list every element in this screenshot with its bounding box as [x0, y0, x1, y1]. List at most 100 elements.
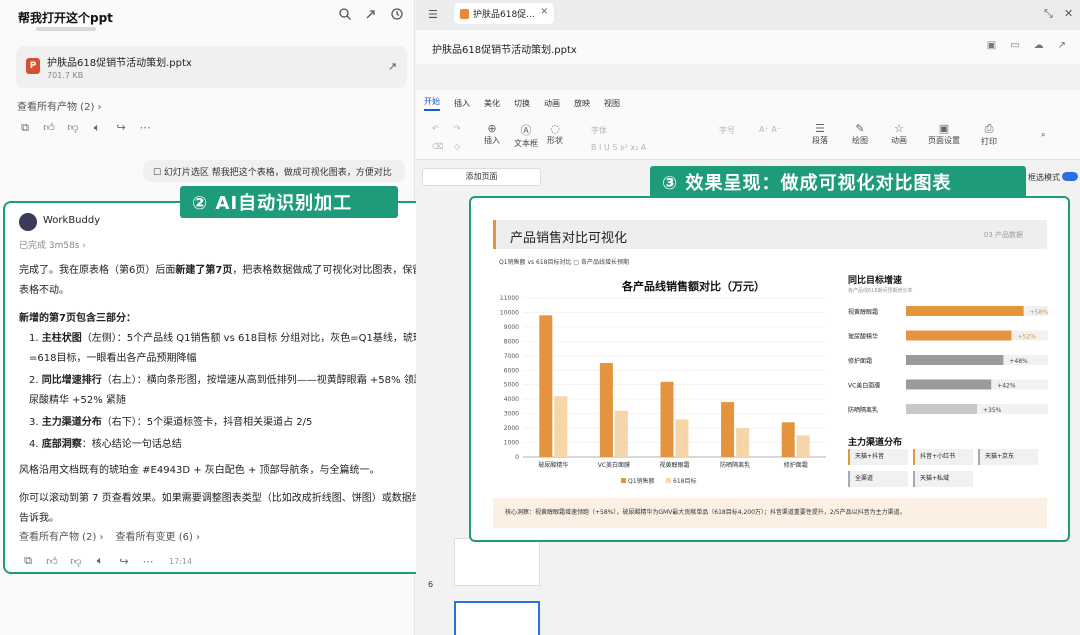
clear-format-icon[interactable]: ◇: [454, 142, 460, 151]
history-icon[interactable]: [390, 7, 404, 21]
shape-button[interactable]: ◌ 形状: [547, 122, 563, 146]
bar: [614, 410, 628, 457]
view-all-changes-link[interactable]: 查看所有变更 (6) ›: [116, 528, 201, 543]
thumbs-up-icon[interactable]: 👍︎: [45, 555, 59, 568]
box-select-mode-toggle[interactable]: [1062, 172, 1078, 181]
slide-thumbnail[interactable]: [454, 538, 540, 586]
document-title: 护肤品618促销节活动策划.pptx: [432, 45, 577, 56]
grouped-bar-chart: 0 1000 2000 3000 4000 5000 6000 7000 8000 9000 100…: [500, 295, 826, 485]
tab-view[interactable]: 视图: [604, 98, 620, 109]
bar-value-label: +58%: [1030, 309, 1049, 316]
paragraph-button[interactable]: ☰ 段落: [812, 122, 828, 146]
document-actions: ▣ ▭ ☁ ↗: [987, 40, 1066, 51]
close-icon[interactable]: ✕: [540, 7, 548, 17]
open-external-icon[interactable]: ↗: [388, 60, 397, 73]
x-tick-label: 玻尿酸精华: [538, 461, 568, 469]
file-attachment-card[interactable]: P 护肤品618促销节活动策划.pptx 701.7 KB ↗: [16, 46, 407, 88]
x-tick-label: 防晒隔离乳: [720, 461, 750, 469]
share-icon[interactable]: ↪: [117, 555, 131, 568]
folder-icon[interactable]: ▭: [1010, 40, 1019, 51]
bar: [660, 381, 674, 457]
response-actions: ⧉ 👍︎ 👎︎ 🔈︎ ↪ ⋯ 17:14: [21, 554, 192, 568]
response-links: 查看所有产物 (2) › 查看所有变更 (6) ›: [19, 528, 200, 543]
slide-section-label: 03 产品数据: [983, 231, 1023, 239]
textbox-button[interactable]: Ⓐ 文本框: [514, 122, 538, 149]
paragraph-2: 新增的第7页包含三部分：: [19, 313, 136, 324]
file-size: 701.7 KB: [47, 71, 84, 80]
redo-icon[interactable]: ↷: [454, 124, 461, 133]
speaker-icon[interactable]: 🔈︎: [90, 121, 104, 135]
page-setup-button[interactable]: ▣ 页面设置: [928, 122, 960, 146]
view-all-products-link[interactable]: 查看所有产物 (2) ›: [17, 98, 102, 113]
bar-category-label: VC美白面膜: [848, 382, 880, 390]
tab-insert[interactable]: 插入: [454, 98, 470, 109]
more-icon[interactable]: ⋯: [138, 121, 152, 135]
share-icon[interactable]: ↪: [114, 121, 128, 135]
tab-title: 护肤品618促...: [473, 10, 535, 20]
speaker-icon[interactable]: 🔈︎: [93, 554, 107, 568]
tab-animation[interactable]: 动画: [544, 98, 560, 109]
search-icon[interactable]: ⌕: [1041, 130, 1045, 140]
bar: [736, 428, 750, 457]
file-name: 护肤品618促销节活动策划.pptx: [47, 58, 192, 69]
powerpoint-file-icon: P: [26, 58, 40, 74]
draw-button[interactable]: ✎ 绘图: [852, 122, 868, 146]
document-tab[interactable]: 护肤品618促... ✕: [454, 3, 554, 24]
tab-home[interactable]: 开始: [424, 96, 440, 111]
legend-label: Q1销售额: [628, 477, 655, 485]
view-all-products-link[interactable]: 查看所有产物 (2) ›: [19, 528, 104, 543]
insight-banner: 核心洞察：视黄醇眼霜增速领跑（+58%），玻尿酸精华为GMV最大贡献单品（618…: [493, 498, 1047, 528]
slide-thumbnail-selected[interactable]: [454, 601, 540, 635]
undo-icon[interactable]: ↶: [432, 124, 439, 133]
tab-bar: ☰ 护肤品618促... ✕ ⤡ ✕: [416, 0, 1080, 30]
animation-button[interactable]: ☆ 动画: [891, 122, 907, 146]
tab-beautify[interactable]: 美化: [484, 98, 500, 109]
share-icon[interactable]: [364, 7, 378, 21]
agent-status[interactable]: 已完成 3m58s ›: [19, 238, 86, 251]
thumbs-down-icon[interactable]: 👎︎: [66, 121, 80, 135]
message-time: 17:14: [169, 556, 193, 566]
channel-card: 全渠道: [848, 471, 908, 487]
bold-icon[interactable]: B I U S x² x₂ A: [591, 143, 646, 152]
bar-chart-title: 各产品线销售额对比（万元）: [622, 280, 765, 293]
format-painter-icon[interactable]: ⌫: [432, 142, 443, 151]
channel-card: 天猫+抖音: [848, 449, 908, 465]
copy-icon[interactable]: ⧉: [18, 121, 32, 135]
star-icon: ☆: [894, 122, 904, 135]
bar-category-label: 防晒隔离乳: [848, 406, 878, 414]
cloud-upload-icon[interactable]: ☁: [1034, 40, 1044, 51]
insert-button[interactable]: ⊕ 插入: [484, 122, 500, 146]
menu-icon[interactable]: ☰: [428, 8, 438, 21]
collapse-icon[interactable]: ⤡: [1044, 7, 1053, 21]
search-icon[interactable]: [338, 7, 352, 21]
bar-value-label: +35%: [983, 407, 1002, 414]
workbuddy-avatar: [19, 213, 37, 231]
y-tick-label: 9000: [504, 324, 519, 331]
tab-slideshow[interactable]: 放映: [574, 98, 590, 109]
bar: [906, 404, 977, 414]
channel-card: 天猫+京东: [978, 449, 1038, 465]
more-icon[interactable]: ⋯: [141, 555, 155, 568]
add-page-button[interactable]: 添加页面: [422, 168, 541, 186]
y-tick-label: 8000: [504, 338, 519, 345]
share-icon[interactable]: ↗: [1058, 40, 1066, 51]
ribbon-tabs: 开始 插入 美化 切换 动画 放映 视图: [416, 90, 1080, 116]
thumbs-down-icon[interactable]: 👎︎: [69, 555, 83, 568]
font-select[interactable]: 字体: [591, 125, 607, 136]
printer-icon: ⎙: [984, 122, 994, 135]
growth-chart-subtitle: 各产品线618期间预期增长率: [848, 288, 913, 294]
tab-transition[interactable]: 切换: [514, 98, 530, 109]
align-icon: ☰: [815, 122, 825, 135]
font-size-select[interactable]: 字号: [719, 125, 735, 136]
list-item: 1. 主柱状图（左侧）：5个产品线 Q1销售额 vs 618目标 分组对比，灰色…: [29, 333, 433, 364]
save-icon[interactable]: ▣: [987, 40, 996, 51]
close-window-icon[interactable]: ✕: [1064, 7, 1073, 20]
print-button[interactable]: ⎙ 打印: [981, 122, 997, 147]
grow-font-icon[interactable]: A⁺ A⁻: [759, 125, 781, 134]
channel-card: 抖音+小红书: [913, 449, 973, 465]
thumbs-up-icon[interactable]: 👍︎: [42, 121, 56, 135]
copy-icon[interactable]: ⧉: [21, 554, 35, 568]
shape-icon: ◌: [550, 122, 560, 135]
agent-response-box: WorkBuddy 已完成 3m58s › 完成了。我在原表格（第6页）后面新建…: [3, 201, 456, 574]
list-item: 4. 底部洞察：核心结论一句话总结: [29, 439, 182, 450]
